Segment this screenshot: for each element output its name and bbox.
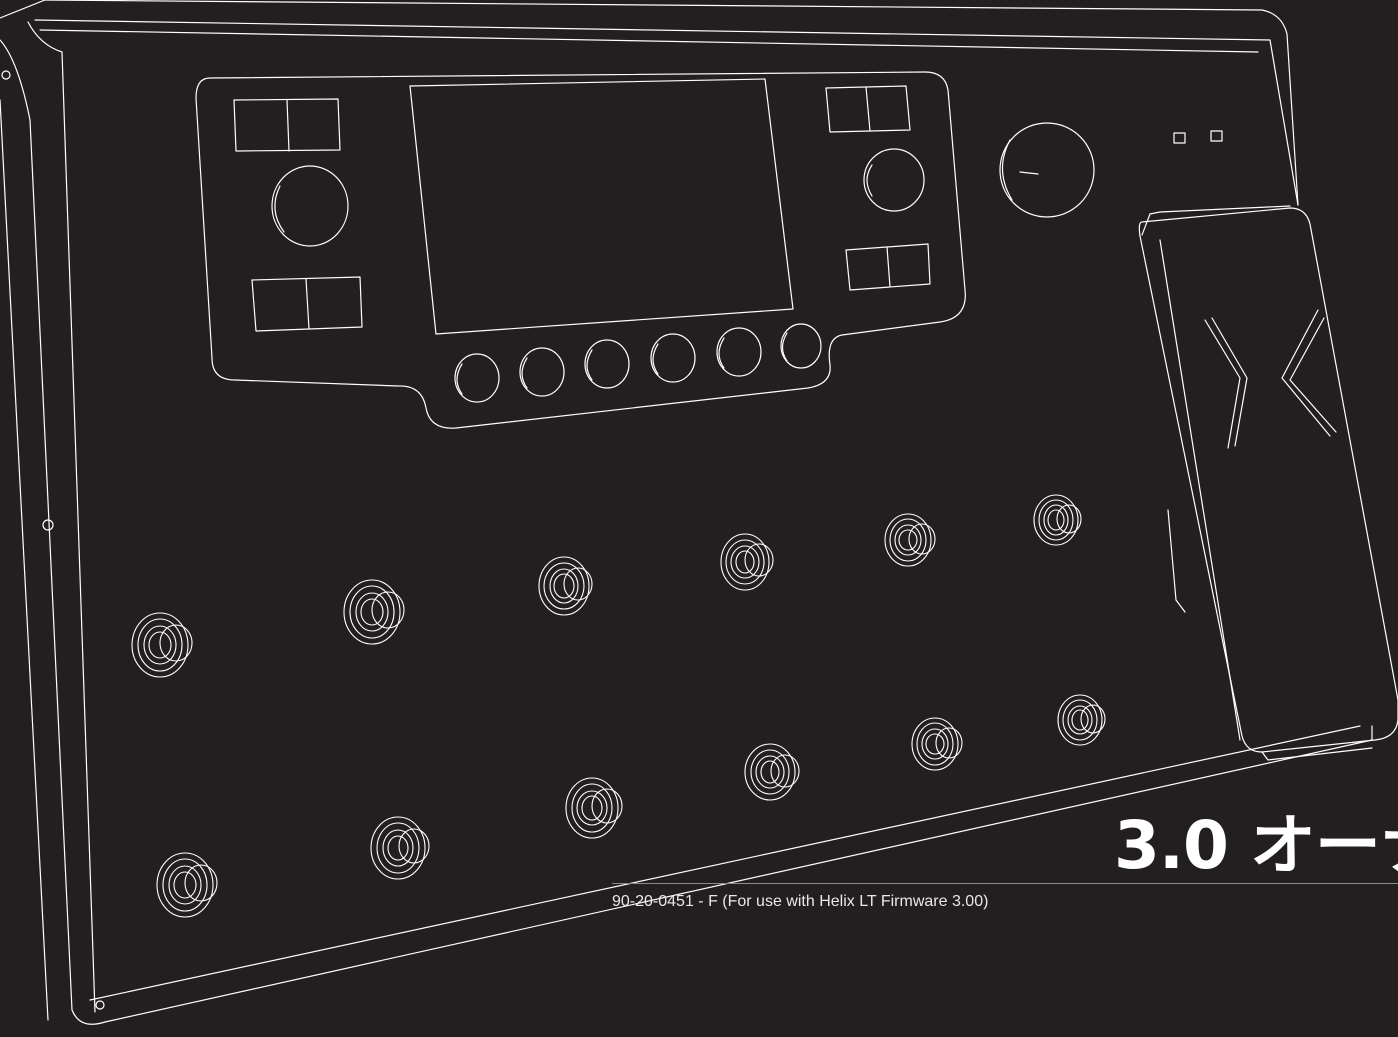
right-top-buttons[interactable] bbox=[826, 86, 910, 132]
left-top-buttons[interactable] bbox=[234, 99, 340, 151]
lcd-screen bbox=[410, 79, 793, 334]
pedal-logo-left bbox=[1205, 320, 1240, 448]
right-bottom-buttons[interactable] bbox=[846, 244, 930, 290]
footswitch-bottom-2 bbox=[371, 817, 429, 879]
footswitch-top-4 bbox=[721, 534, 773, 590]
left-bottom-buttons[interactable] bbox=[252, 277, 362, 331]
footswitch-top-2 bbox=[344, 580, 404, 644]
footswitch-bottom-1 bbox=[157, 853, 217, 917]
param-knob-2 bbox=[520, 348, 564, 396]
footswitch-bottom-4 bbox=[745, 744, 799, 800]
joystick-knob[interactable] bbox=[272, 166, 348, 246]
footswitch-top-3 bbox=[539, 557, 592, 615]
document-id: 90-20-0451 - F (For use with Helix LT Fi… bbox=[612, 893, 989, 910]
param-knob-5 bbox=[717, 328, 761, 376]
title-rule bbox=[612, 883, 1398, 884]
volume-knob[interactable] bbox=[1000, 123, 1094, 217]
expression-pedal[interactable] bbox=[1139, 206, 1398, 760]
footswitches[interactable] bbox=[132, 495, 1105, 917]
footswitch-top-5 bbox=[885, 514, 935, 566]
footswitch-bottom-6 bbox=[1058, 695, 1105, 745]
param-knob-6 bbox=[781, 324, 821, 368]
param-knob-4 bbox=[651, 334, 695, 382]
footswitch-bottom-3 bbox=[566, 778, 622, 838]
footswitch-top-6 bbox=[1034, 495, 1081, 545]
cover-title: 3.0 オーナ bbox=[1114, 807, 1398, 884]
parameter-knobs[interactable] bbox=[455, 324, 821, 402]
footswitch-top-1 bbox=[132, 613, 192, 677]
status-leds bbox=[1174, 131, 1222, 143]
param-knob-1 bbox=[455, 354, 499, 402]
param-knob-3 bbox=[585, 340, 629, 388]
footswitch-bottom-5 bbox=[912, 718, 962, 770]
right-encoder-knob[interactable] bbox=[864, 149, 924, 211]
